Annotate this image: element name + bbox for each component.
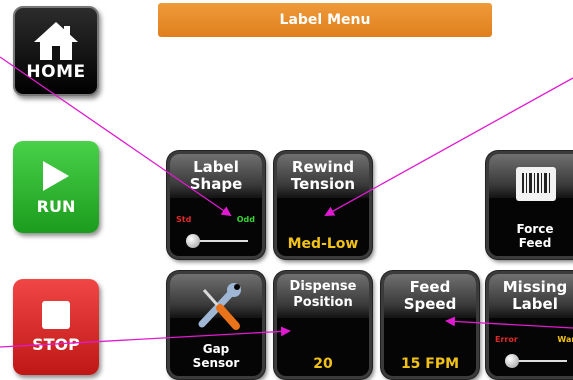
home-button-label: HOME xyxy=(26,62,86,82)
stop-icon xyxy=(42,300,70,329)
run-button-label: RUN xyxy=(36,196,76,216)
feed-speed-value: 15 FPM xyxy=(400,356,460,372)
house-icon xyxy=(34,22,78,60)
rewind-tension-title-line2: Tension xyxy=(290,175,356,193)
toggle-track xyxy=(192,240,248,242)
rewind-tension-tile[interactable]: Rewind Tension Med-Low xyxy=(274,151,372,259)
label-shape-odd-text: Odd xyxy=(236,215,255,224)
force-feed-tile[interactable]: Force Feed xyxy=(486,151,573,259)
rewind-tension-value: Med-Low xyxy=(287,236,359,252)
force-feed-label: Force Feed xyxy=(489,222,573,250)
toggle-knob xyxy=(505,354,519,368)
dispense-position-value: 20 xyxy=(313,356,333,372)
barcode-label-icon xyxy=(516,167,556,201)
stop-button[interactable]: STOP xyxy=(13,279,99,375)
missing-label-warn-text: Warn xyxy=(557,335,573,344)
feed-speed-title: Feed Speed xyxy=(384,279,476,313)
page-title: Label Menu xyxy=(158,3,492,37)
dispense-position-title: Dispense Position xyxy=(277,279,369,311)
label-shape-std-text: Std xyxy=(176,215,192,224)
label-shape-title-line2: Shape xyxy=(189,175,243,193)
force-feed-label-line2: Feed xyxy=(518,236,552,250)
force-feed-label-line1: Force xyxy=(516,222,554,236)
page-title-text: Label Menu xyxy=(279,12,371,28)
stop-button-label: STOP xyxy=(32,334,80,354)
feed-speed-tile[interactable]: Feed Speed 15 FPM xyxy=(381,271,479,379)
gap-sensor-label-line1: Gap xyxy=(202,342,230,356)
rewind-tension-title: Rewind Tension xyxy=(277,159,369,193)
missing-label-toggle[interactable] xyxy=(505,354,567,368)
dispense-position-title-line1: Dispense xyxy=(289,279,357,294)
label-shape-toggle[interactable] xyxy=(186,234,248,248)
label-menu-screen: Label Menu HOME RUN STOP Label Shape Std… xyxy=(0,0,573,380)
missing-label-title: Missing Label xyxy=(489,279,573,313)
play-icon xyxy=(43,160,69,191)
dispense-position-tile[interactable]: Dispense Position 20 xyxy=(274,271,372,379)
gap-sensor-label-line2: Sensor xyxy=(192,356,240,370)
feed-speed-title-line1: Feed xyxy=(409,278,451,296)
missing-label-error-text: Error xyxy=(495,335,518,344)
dispense-position-title-line2: Position xyxy=(293,295,353,310)
gap-sensor-label: Gap Sensor xyxy=(170,342,262,370)
run-button[interactable]: RUN xyxy=(13,141,99,233)
missing-label-title-line1: Missing xyxy=(502,278,568,296)
rewind-tension-title-line1: Rewind xyxy=(291,158,355,176)
toggle-knob xyxy=(186,234,200,248)
wrench-screwdriver-icon xyxy=(198,283,241,330)
label-shape-tile[interactable]: Label Shape Std Odd xyxy=(167,151,265,259)
feed-speed-title-line2: Speed xyxy=(403,295,457,313)
toggle-track xyxy=(511,360,567,362)
missing-label-tile[interactable]: Missing Label Error Warn xyxy=(486,271,573,379)
label-shape-title-line1: Label xyxy=(193,158,239,176)
home-button[interactable]: HOME xyxy=(13,6,99,96)
missing-label-title-line2: Label xyxy=(512,295,558,313)
gap-sensor-tile[interactable]: Gap Sensor xyxy=(167,271,265,379)
label-shape-title: Label Shape xyxy=(170,159,262,193)
